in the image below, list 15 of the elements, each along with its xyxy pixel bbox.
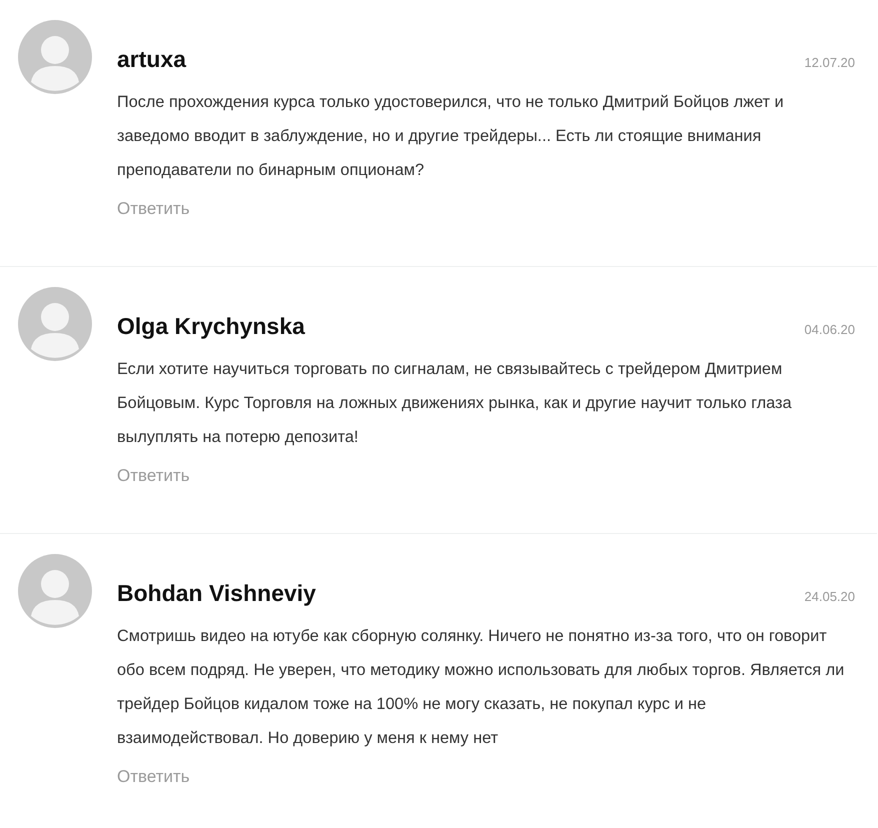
author-name: Bohdan Vishneviy xyxy=(117,580,316,607)
avatar-icon xyxy=(18,20,92,94)
comment-text: После прохождения курса только удостоверился, что не только Дмитрий Бойцов лжет и заведомо вводит в заблуждение, но и другие трейдеры... Есть ли стоящие внимания преподаватели по бинарным опционам? xyxy=(117,92,785,181)
comment-text: Если хотите научиться торговать по сигналам, не связывайтесь с трейдером Дмитрием Бойцовым. Курс Торговля на ложных движениях рынка, как и другие научит только глаза вылуплять на потерю депозита! xyxy=(117,359,793,448)
reply-link[interactable]: Ответить xyxy=(117,199,190,219)
comment-date: 24.05.20 xyxy=(804,589,855,604)
comment-text: Смотришь видео на ютубе как сборную солянку. Ничего не понятно из-за того, что он говорит обо всем подряд. Не уверен, что методику можно использовать для любых торгов. Является ли трейдер Бойцов кидалом тоже на 100% не могу сказать, не покупал курс и не взаимодействовал. Но доверию у меня к нему нет xyxy=(117,626,846,749)
avatar-icon xyxy=(18,554,92,628)
reply-link[interactable]: Ответить xyxy=(117,767,190,787)
author-name: Olga Krychynska xyxy=(117,313,305,340)
avatar-icon xyxy=(18,287,92,361)
author-name: artuxa xyxy=(117,46,186,73)
comment-date: 04.06.20 xyxy=(804,322,855,337)
reply-link[interactable]: Ответить xyxy=(117,466,190,486)
comment-date: 12.07.20 xyxy=(804,55,855,70)
